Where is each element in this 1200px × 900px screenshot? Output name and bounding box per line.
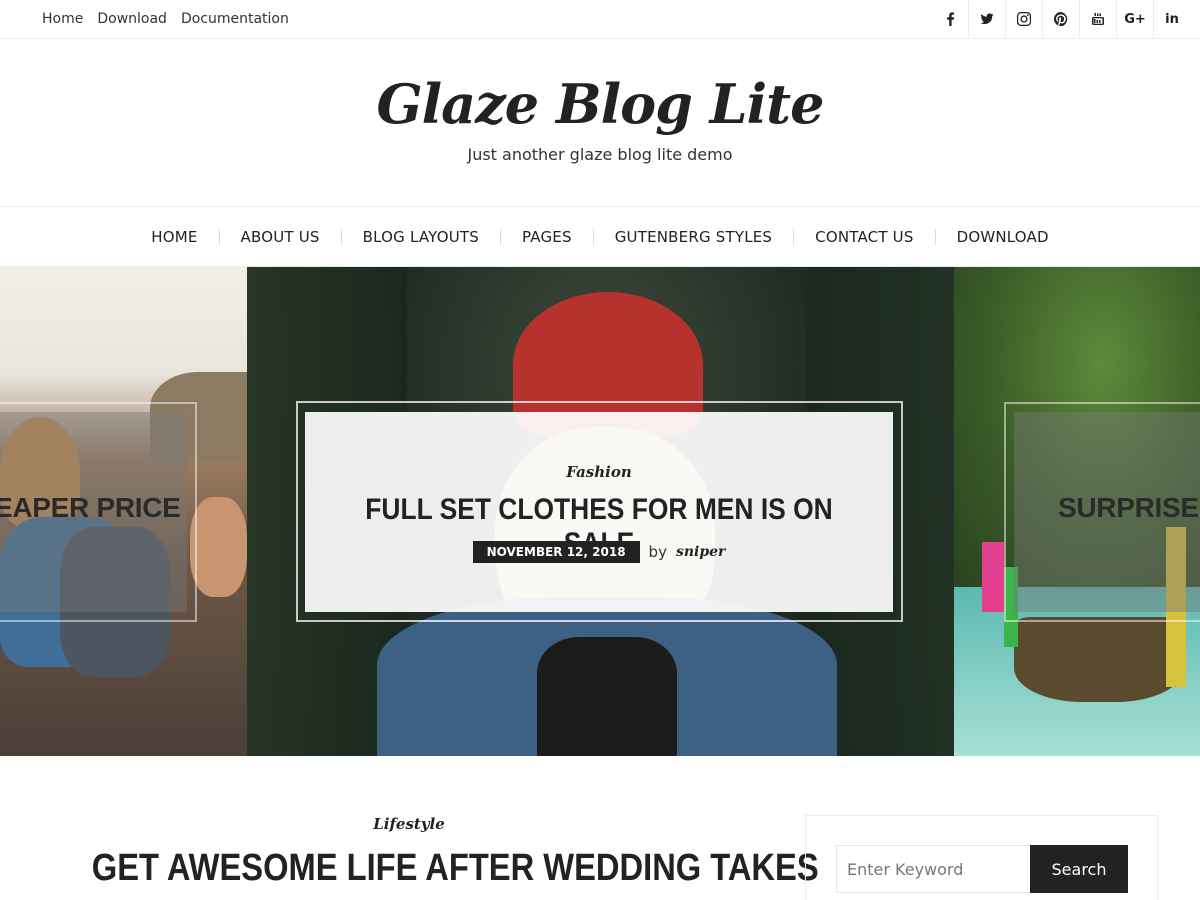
slide-by-label: by bbox=[648, 543, 667, 561]
second-person-shape bbox=[190, 497, 247, 597]
site-title[interactable]: Glaze Blog Lite bbox=[0, 72, 1200, 136]
main-nav-home[interactable]: HOME bbox=[130, 229, 218, 245]
slide-center-card[interactable]: Fashion FULL SET CLOTHES FOR MEN IS ON S… bbox=[305, 412, 893, 612]
site-branding: Glaze Blog Lite Just another glaze blog … bbox=[0, 39, 1200, 206]
pinterest-icon[interactable] bbox=[1042, 0, 1079, 38]
main-nav: HOME ABOUT US BLOG LAYOUTS PAGES GUTENBE… bbox=[0, 206, 1200, 267]
google-plus-icon[interactable]: G+ bbox=[1116, 0, 1153, 38]
slide-category[interactable]: Fashion bbox=[305, 463, 893, 481]
site-tagline: Just another glaze blog lite demo bbox=[467, 145, 733, 164]
search-input[interactable] bbox=[836, 845, 1031, 893]
social-links: G+ in bbox=[931, 0, 1190, 38]
twitter-icon[interactable] bbox=[968, 0, 1005, 38]
main-nav-contact-us[interactable]: CONTACT US bbox=[793, 228, 934, 245]
black-shirt-shape bbox=[537, 637, 677, 756]
slide-date-badge[interactable]: NOVEMBER 12, 2018 bbox=[472, 541, 640, 563]
slide-left-card[interactable]: EAPER PRICE bbox=[0, 402, 197, 622]
instagram-icon[interactable] bbox=[1005, 0, 1042, 38]
linkedin-icon[interactable]: in bbox=[1153, 0, 1190, 38]
main-nav-pages[interactable]: PAGES bbox=[499, 228, 593, 245]
slide-left-title[interactable]: EAPER PRICE bbox=[0, 492, 181, 524]
search-widget: Search bbox=[805, 815, 1158, 900]
top-nav-documentation[interactable]: Documentation bbox=[181, 11, 289, 27]
slide-right-image[interactable]: SURPRISE FO bbox=[954, 267, 1200, 756]
facebook-icon[interactable] bbox=[931, 0, 968, 38]
top-nav-home[interactable]: Home bbox=[42, 11, 83, 27]
youtube-icon[interactable] bbox=[1079, 0, 1116, 38]
slide-right-title[interactable]: SURPRISE FO bbox=[1058, 492, 1200, 524]
main-nav-gutenberg-styles[interactable]: GUTENBERG STYLES bbox=[592, 228, 793, 245]
longtail-boat-shape bbox=[1014, 617, 1184, 702]
slide-left-image[interactable]: EAPER PRICE bbox=[0, 267, 247, 756]
ribbon-pink-shape bbox=[982, 542, 1004, 612]
slide-right-card[interactable]: SURPRISE FO bbox=[1004, 402, 1200, 622]
featured-slider[interactable]: EAPER PRICE SURPRISE FO Fashion FULL SET… bbox=[0, 267, 1200, 756]
top-nav: Home Download Documentation bbox=[42, 0, 289, 38]
top-bar: Home Download Documentation G+ in bbox=[0, 0, 1200, 39]
main-nav-download[interactable]: DOWNLOAD bbox=[934, 228, 1070, 245]
slide-author[interactable]: sniper bbox=[676, 544, 725, 560]
top-nav-download[interactable]: Download bbox=[97, 11, 167, 27]
main-nav-blog-layouts[interactable]: BLOG LAYOUTS bbox=[340, 228, 500, 245]
post-title[interactable]: GET AWESOME LIFE AFTER WEDDING TAKES bbox=[92, 847, 819, 890]
main-nav-about-us[interactable]: ABOUT US bbox=[218, 228, 341, 245]
post-category[interactable]: Lifestyle bbox=[280, 815, 538, 833]
search-button[interactable]: Search bbox=[1030, 845, 1128, 893]
slide-meta: NOVEMBER 12, 2018 by sniper bbox=[305, 541, 893, 563]
